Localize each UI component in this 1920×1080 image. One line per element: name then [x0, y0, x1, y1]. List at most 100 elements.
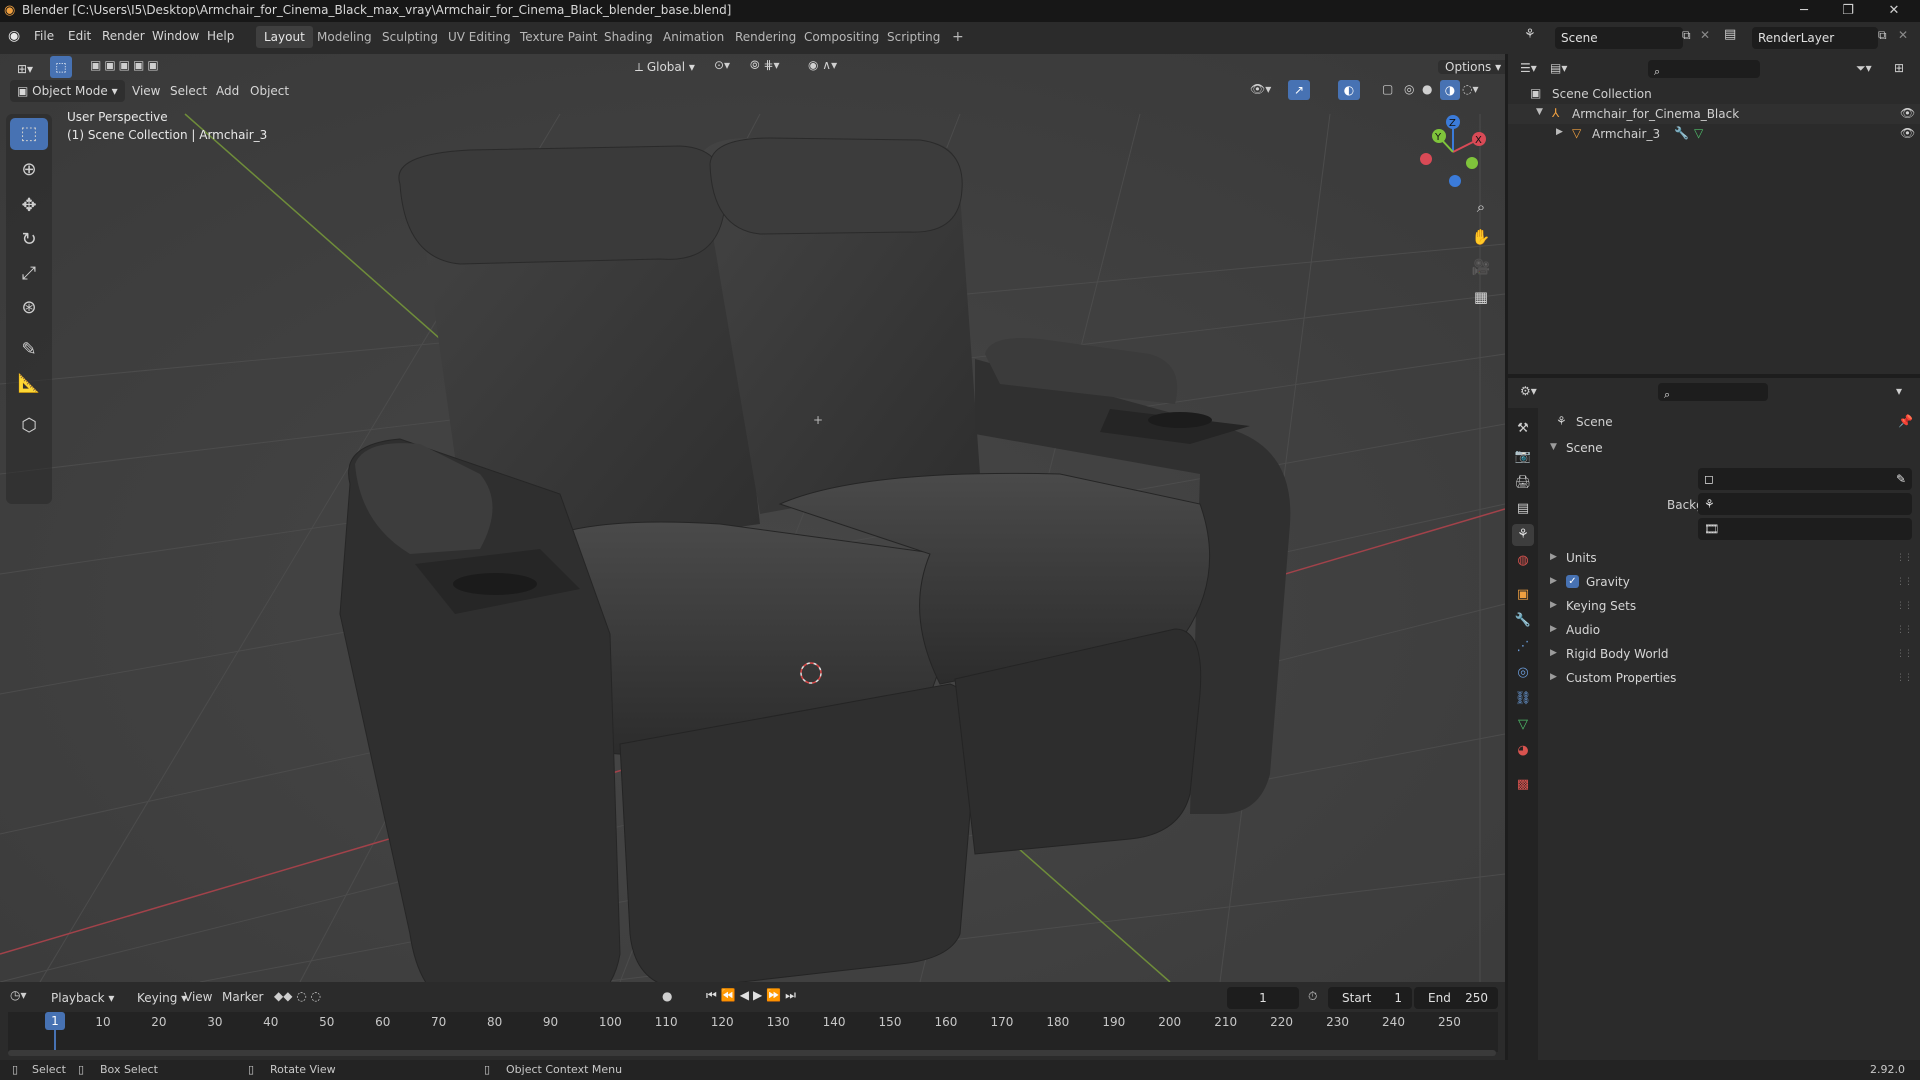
gravity-checkbox[interactable]: ✓ — [1566, 575, 1579, 588]
drag-grip-icon[interactable]: ⋮⋮ — [1896, 625, 1913, 635]
add-workspace-button[interactable]: + — [944, 26, 972, 48]
units-panel-header[interactable]: ▶ Units ⋮⋮ — [1538, 548, 1920, 570]
scene-name-field[interactable]: Scene — [1555, 27, 1683, 49]
view-layer-icon[interactable]: ▤ — [1724, 27, 1736, 42]
object-tab-icon[interactable]: ▣ — [1512, 584, 1534, 606]
renderlayer-name-field[interactable]: RenderLayer — [1752, 27, 1878, 49]
viewport-menu-select[interactable]: Select — [170, 84, 207, 98]
scene-panel-header[interactable]: ▼ Scene — [1538, 438, 1920, 460]
background-scene-field[interactable]: ⚘ — [1698, 493, 1912, 515]
remove-layer-icon[interactable]: ✕ — [1898, 28, 1908, 42]
ortho-toggle-icon[interactable]: ▦ — [1468, 284, 1494, 310]
collapse-arrow-icon[interactable]: ▶ — [1556, 127, 1563, 137]
tab-uv-editing[interactable]: UV Editing — [440, 26, 519, 48]
gravity-panel-header[interactable]: ▶ ✓ Gravity ⋮⋮ — [1538, 572, 1920, 594]
current-frame-field[interactable]: 1 — [1227, 987, 1299, 1009]
outliner-search-input[interactable]: ⌕ — [1648, 60, 1760, 78]
outliner-row-scene-collection[interactable]: ▣ Scene Collection — [1508, 84, 1920, 104]
3d-viewport[interactable]: + ⊞▾ ⬚ ▣▣▣▣▣ ⟂ Global ▾ ⊙▾ ⦾ ⋕▾ ◉ ∧▾ Opt… — [0, 54, 1505, 982]
material-tab-icon[interactable]: ◕ — [1512, 740, 1534, 762]
move-tool-icon[interactable]: ✥ — [10, 190, 48, 222]
tab-texture-paint[interactable]: Texture Paint — [512, 26, 605, 48]
record-icon[interactable]: ● — [662, 989, 672, 1003]
scene-selector-icon[interactable]: ⚘ — [1524, 27, 1536, 42]
copy-scene-icon[interactable]: ⧉ — [1682, 28, 1691, 43]
select-set-icons[interactable]: ▣▣▣▣▣ — [90, 58, 162, 72]
tool-tab-icon[interactable]: ⚒ — [1512, 418, 1534, 440]
timeline-menu-view[interactable]: View — [184, 990, 212, 1004]
data-tab-icon[interactable]: ▽ — [1512, 714, 1534, 736]
minimize-button[interactable]: ─ — [1782, 0, 1826, 22]
viewport-menu-add[interactable]: Add — [216, 84, 239, 98]
eye-icon[interactable]: 👁 — [1900, 106, 1915, 120]
menu-edit[interactable]: Edit — [68, 29, 91, 43]
expand-arrow-icon[interactable]: ▼ — [1536, 107, 1543, 117]
modifier-tab-icon[interactable]: 🔧 — [1512, 610, 1534, 632]
menu-window[interactable]: Window — [152, 29, 199, 43]
drag-grip-icon[interactable]: ⋮⋮ — [1896, 601, 1913, 611]
visibility-icon[interactable]: 👁▾ — [1250, 82, 1271, 96]
material-shading-icon[interactable]: ◑ — [1440, 80, 1460, 100]
options-button[interactable]: Options ▾ — [1438, 56, 1505, 78]
world-tab-icon[interactable]: ◍ — [1512, 550, 1534, 572]
properties-options-icon[interactable]: ▾ — [1896, 384, 1902, 398]
viewport-menu-object[interactable]: Object — [250, 84, 289, 98]
copy-layer-icon[interactable]: ⧉ — [1878, 28, 1887, 43]
menu-render[interactable]: Render — [102, 29, 145, 43]
output-tab-icon[interactable]: 🖨 — [1512, 472, 1534, 494]
xray-icon[interactable]: ▢ — [1382, 82, 1393, 96]
physics-tab-icon[interactable]: ◎ — [1512, 662, 1534, 684]
tab-scripting[interactable]: Scripting — [879, 26, 948, 48]
constraints-tab-icon[interactable]: ⛓ — [1512, 688, 1534, 710]
scene-tab-icon[interactable]: ⚘ — [1512, 524, 1534, 546]
tab-rendering[interactable]: Rendering — [727, 26, 804, 48]
drag-grip-icon[interactable]: ⋮⋮ — [1896, 577, 1913, 587]
outliner-row-armchair-collection[interactable]: ▼ ⅄ Armchair_for_Cinema_Black 👁 — [1508, 104, 1920, 124]
rendered-shading-icon[interactable]: ◌▾ — [1462, 82, 1479, 96]
custom-properties-panel-header[interactable]: ▶ Custom Properties ⋮⋮ — [1538, 668, 1920, 690]
eye-icon[interactable]: 👁 — [1900, 126, 1915, 140]
annotate-tool-icon[interactable]: ✎ — [10, 334, 48, 366]
proportional-edit-icon[interactable]: ◉ ∧▾ — [808, 58, 837, 72]
tab-animation[interactable]: Animation — [655, 26, 732, 48]
tab-compositing[interactable]: Compositing — [796, 26, 887, 48]
transform-tool-icon[interactable]: ⊛ — [10, 292, 48, 324]
camera-view-icon[interactable]: 🎥 — [1468, 254, 1494, 280]
rotate-tool-icon[interactable]: ↻ — [10, 224, 48, 256]
select-mode-button[interactable]: ⬚ — [50, 56, 72, 78]
properties-editor-type-icon[interactable]: ⚙▾ — [1520, 384, 1537, 398]
playhead[interactable]: 1 — [45, 1012, 65, 1030]
solid-shading-icon[interactable]: ● — [1422, 82, 1432, 96]
drag-grip-icon[interactable]: ⋮⋮ — [1896, 553, 1913, 563]
playback-controls[interactable]: ⏮⏪◀▶⏩⏭ — [706, 988, 800, 1003]
pin-icon[interactable]: 📌 — [1898, 414, 1913, 428]
display-mode-icon[interactable]: ▤▾ — [1550, 61, 1567, 75]
gizmo-toggle-icon[interactable]: ↗ — [1288, 80, 1310, 100]
transform-orientation-dropdown[interactable]: ⟂ Global ▾ — [628, 56, 702, 78]
cursor-tool-icon[interactable]: ⊕ — [10, 154, 48, 186]
editor-type-button[interactable]: ⊞▾ — [10, 58, 40, 80]
outliner-editor-type-icon[interactable]: ☰▾ — [1520, 61, 1537, 75]
menu-help[interactable]: Help — [207, 29, 234, 43]
measure-tool-icon[interactable]: 📐 — [10, 368, 48, 400]
blender-menu-icon[interactable]: ◉ — [8, 28, 20, 44]
remove-scene-icon[interactable]: ✕ — [1700, 28, 1710, 42]
close-button[interactable]: ✕ — [1872, 0, 1916, 22]
preview-range-icon[interactable]: ⏱ — [1308, 989, 1317, 1004]
navigation-gizmo[interactable]: Z X Y — [1408, 112, 1488, 192]
timeline-menu-marker[interactable]: Marker — [222, 990, 263, 1004]
eyedropper-icon[interactable]: ✎ — [1896, 468, 1906, 490]
object-mode-dropdown[interactable]: ▣ Object Mode ▾ — [10, 80, 125, 102]
tab-sculpting[interactable]: Sculpting — [374, 26, 446, 48]
zoom-view-icon[interactable]: ⌕ — [1468, 194, 1494, 220]
new-collection-icon[interactable]: ⊞ — [1894, 61, 1904, 75]
start-frame-field[interactable]: Start 1 — [1328, 987, 1412, 1009]
timeline-scrollbar[interactable] — [8, 1050, 1496, 1056]
filter-icon[interactable]: ⏷▾ — [1856, 61, 1872, 76]
render-tab-icon[interactable]: 📷 — [1512, 446, 1534, 468]
tab-layout[interactable]: Layout — [256, 26, 313, 48]
snap-icon[interactable]: ⦾ ⋕▾ — [750, 58, 780, 73]
select-box-tool-icon[interactable]: ⬚ — [10, 118, 48, 150]
playback-dropdown[interactable]: Playback ▾ — [44, 987, 121, 1009]
keying-sets-panel-header[interactable]: ▶ Keying Sets ⋮⋮ — [1538, 596, 1920, 618]
